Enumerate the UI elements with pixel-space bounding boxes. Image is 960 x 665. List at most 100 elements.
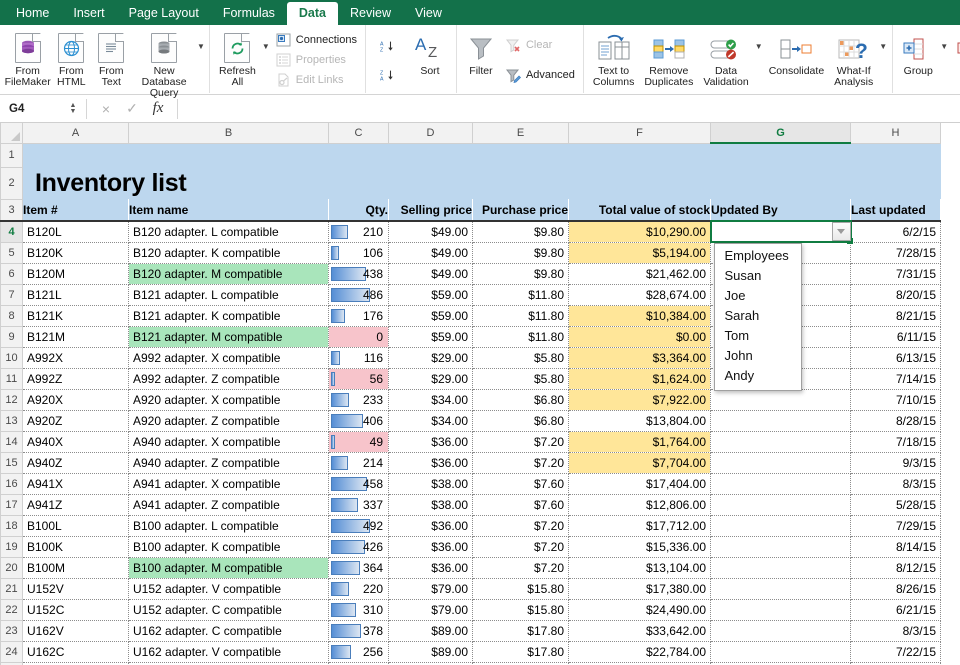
data-validation-dropdown-arrow[interactable] xyxy=(832,222,851,241)
cell-updated-by[interactable] xyxy=(711,410,851,431)
cell-purchase-price[interactable]: $9.80 xyxy=(473,242,569,263)
row-header-24[interactable]: 24 xyxy=(1,641,23,662)
from-filemaker-button[interactable]: From FileMaker xyxy=(4,28,51,88)
cancel-icon[interactable]: × xyxy=(93,101,119,117)
cell-item-number[interactable]: A992Z xyxy=(23,368,129,389)
from-html-button[interactable]: From HTML xyxy=(51,28,91,88)
column-header-A[interactable]: A xyxy=(23,123,129,143)
cell-last-updated[interactable]: 8/26/15 xyxy=(851,578,941,599)
cell-total-value[interactable]: $21,462.00 xyxy=(569,263,711,284)
cell-item-name[interactable]: B121 adapter. L compatible xyxy=(129,284,329,305)
new-database-query-dropdown-caret[interactable]: ▼ xyxy=(197,42,205,51)
cell-selling-price[interactable]: $59.00 xyxy=(389,284,473,305)
cell-total-value[interactable]: $7,922.00 xyxy=(569,389,711,410)
cell-selling-price[interactable]: $79.00 xyxy=(389,578,473,599)
row-header-1[interactable]: 1 xyxy=(1,143,23,167)
cell-qty[interactable]: 486 xyxy=(329,284,389,305)
cell-selling-price[interactable]: $36.00⬇ xyxy=(389,431,473,452)
cell-qty[interactable]: 220 xyxy=(329,578,389,599)
cell-purchase-price[interactable]: $11.80 xyxy=(473,326,569,347)
row-header-2[interactable]: 2 xyxy=(1,167,23,199)
cell-item-name[interactable]: A940 adapter. Z compatible xyxy=(129,452,329,473)
cell-total-value[interactable]: $17,380.00 xyxy=(569,578,711,599)
cell-selling-price[interactable]: $36.00⬇ xyxy=(389,515,473,536)
row-header-7[interactable]: 7 xyxy=(1,284,23,305)
cell-purchase-price[interactable]: $7.20 xyxy=(473,557,569,578)
sort-button[interactable]: AZ Sort xyxy=(408,28,452,77)
cell-item-number[interactable]: B121L xyxy=(23,284,129,305)
cell-selling-price[interactable]: $29.00⬇ xyxy=(389,368,473,389)
cell-selling-price[interactable]: $38.00⬇ xyxy=(389,494,473,515)
row-header-16[interactable]: 16 xyxy=(1,473,23,494)
cell-total-value[interactable]: $22,784.00 xyxy=(569,641,711,662)
cell-item-name[interactable]: A920 adapter. X compatible xyxy=(129,389,329,410)
cell-last-updated[interactable]: 7/31/15 xyxy=(851,263,941,284)
row-header-12[interactable]: 12 xyxy=(1,389,23,410)
data-validation-dropdown-list[interactable]: EmployeesSusanJoeSarahTomJohnAndy xyxy=(714,243,802,391)
cell-purchase-price[interactable]: $7.20 xyxy=(473,536,569,557)
edit-links-button[interactable]: Edit Links xyxy=(271,70,361,90)
cell-purchase-price[interactable]: $7.20 xyxy=(473,515,569,536)
cell-item-number[interactable]: B121M xyxy=(23,326,129,347)
cell-selling-price[interactable]: $49.00 xyxy=(389,263,473,284)
consolidate-button[interactable]: Consolidate xyxy=(764,28,829,77)
cell-qty[interactable]: 438 xyxy=(329,263,389,284)
cell-qty[interactable]: 56 xyxy=(329,368,389,389)
cell-total-value[interactable]: $28,674.00 xyxy=(569,284,711,305)
ribbon-tab-review[interactable]: Review xyxy=(338,2,403,25)
cell-total-value[interactable]: $5,194.00 xyxy=(569,242,711,263)
cell-qty[interactable]: 214 xyxy=(329,452,389,473)
dropdown-item[interactable]: Susan xyxy=(715,266,801,286)
cell-total-value[interactable]: $3,364.00 xyxy=(569,347,711,368)
cell-updated-by[interactable] xyxy=(711,641,851,662)
new-database-query-button[interactable]: New Database Query xyxy=(131,28,197,99)
refresh-all-dropdown-caret[interactable]: ▼ xyxy=(261,42,271,51)
cell-purchase-price[interactable]: $9.80 xyxy=(473,221,569,242)
cell-last-updated[interactable]: 7/29/15 xyxy=(851,515,941,536)
cell-last-updated[interactable]: 8/14/15 xyxy=(851,536,941,557)
cell-qty[interactable]: 458 xyxy=(329,473,389,494)
cell-purchase-price[interactable]: $7.20 xyxy=(473,431,569,452)
row-header-10[interactable]: 10 xyxy=(1,347,23,368)
cell-item-number[interactable]: B100L xyxy=(23,515,129,536)
cell-item-name[interactable]: U152 adapter. V compatible xyxy=(129,578,329,599)
row-header-19[interactable]: 19 xyxy=(1,536,23,557)
dropdown-item[interactable]: John xyxy=(715,346,801,366)
cell-purchase-price[interactable]: $9.80 xyxy=(473,263,569,284)
cell-item-number[interactable]: U162C xyxy=(23,641,129,662)
cell-last-updated[interactable]: 7/28/15 xyxy=(851,242,941,263)
cell-item-name[interactable]: B120 adapter. K compatible xyxy=(129,242,329,263)
cell-qty[interactable]: 337 xyxy=(329,494,389,515)
data-validation-dropdown-caret[interactable]: ▼ xyxy=(754,42,764,51)
row-header-11[interactable]: 11 xyxy=(1,368,23,389)
ribbon-tab-page-layout[interactable]: Page Layout xyxy=(117,2,211,25)
cell-updated-by[interactable] xyxy=(711,473,851,494)
cell-selling-price[interactable]: $36.00⬇ xyxy=(389,557,473,578)
cell-item-name[interactable]: A992 adapter. X compatible xyxy=(129,347,329,368)
dropdown-item[interactable]: Tom xyxy=(715,326,801,346)
row-header-17[interactable]: 17 xyxy=(1,494,23,515)
insert-function-icon[interactable]: fx xyxy=(145,100,171,117)
ribbon-tab-formulas[interactable]: Formulas xyxy=(211,2,287,25)
cell-item-number[interactable]: A941Z xyxy=(23,494,129,515)
cell-total-value[interactable]: $12,806.00 xyxy=(569,494,711,515)
cell-item-name[interactable]: U162 adapter. V compatible xyxy=(129,641,329,662)
cell-total-value[interactable]: $13,104.00 xyxy=(569,557,711,578)
cell-last-updated[interactable]: 8/3/15 xyxy=(851,473,941,494)
connections-button[interactable]: Connections xyxy=(271,30,361,50)
cell-purchase-price[interactable]: $5.80 xyxy=(473,368,569,389)
cell-selling-price[interactable]: $59.00 xyxy=(389,305,473,326)
cell-selling-price[interactable]: $49.00 xyxy=(389,242,473,263)
cell-item-name[interactable]: U152 adapter. C compatible xyxy=(129,599,329,620)
cell-purchase-price[interactable]: $17.80 xyxy=(473,620,569,641)
cell-purchase-price[interactable]: $15.80 xyxy=(473,578,569,599)
cell-total-value[interactable]: $24,490.00 xyxy=(569,599,711,620)
text-to-columns-button[interactable]: Text to Columns xyxy=(588,28,639,88)
cell-qty[interactable]: 378 xyxy=(329,620,389,641)
dropdown-item[interactable]: Joe xyxy=(715,286,801,306)
cell-selling-price[interactable]: $36.00⬇ xyxy=(389,452,473,473)
cell-updated-by[interactable] xyxy=(711,515,851,536)
column-header-C[interactable]: C xyxy=(329,123,389,143)
cell-qty[interactable]: 116 xyxy=(329,347,389,368)
row-header-6[interactable]: 6 xyxy=(1,263,23,284)
